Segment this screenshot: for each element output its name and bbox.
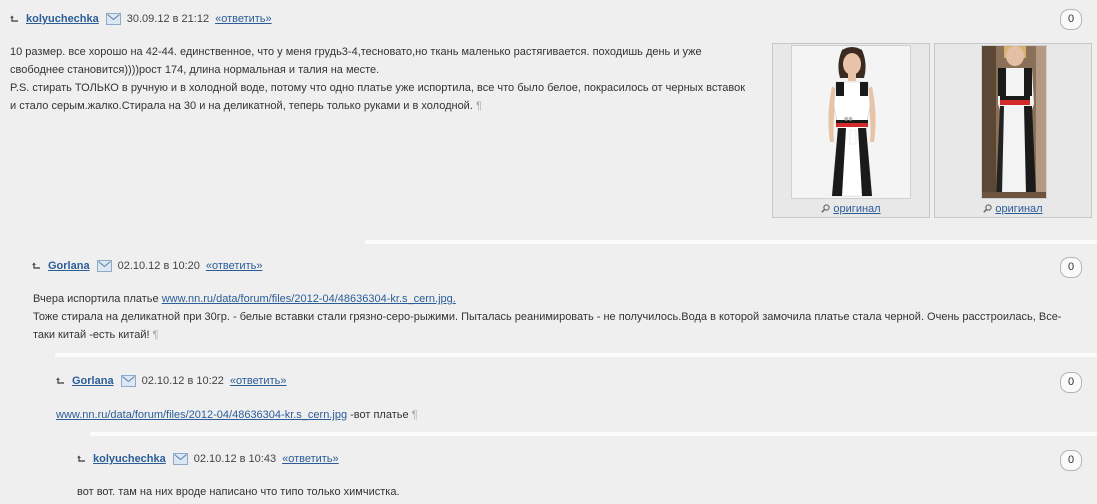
comment-header: kolyuchechka 30.09.12 в 21:12 «ответить» [10,11,272,27]
rating-counter[interactable]: 0 [1060,9,1082,30]
comment-line: www.nn.ru/data/forum/files/2012-04/48636… [56,409,418,421]
dress-photo[interactable] [981,45,1047,199]
image-attachment[interactable]: оригинал [934,43,1092,218]
pilcrow-icon: ¶ [411,409,418,421]
reply-arrow-icon [77,455,86,464]
comment-line: P.S. стирать ТОЛЬКО в ручную и в холодно… [10,82,746,94]
comment-line: свободнее становится))))рост 174, длина … [10,64,380,76]
svg-text:●●: ●● [844,116,853,122]
mail-icon[interactable] [96,260,112,272]
comment-date: 02.10.12 в 10:43 [193,453,277,465]
original-image-link[interactable]: оригинал [833,203,880,215]
rating-counter[interactable]: 0 [1060,450,1082,471]
comment-body: 10 размер. все хорошо на 42-44. единстве… [10,43,770,115]
comment-1: kolyuchechka 30.09.12 в 21:12 «ответить»… [0,0,1097,235]
image-url-link[interactable]: www.nn.ru/data/forum/files/2012-04/48636… [56,409,347,421]
comment-header: Gorlana 02.10.12 в 10:22 «ответить» [56,373,286,389]
zoom-icon [983,204,993,213]
comment-line: Тоже стирала на деликатной при 30гр. - б… [33,311,1062,323]
reply-arrow-icon [56,377,65,386]
comment-line: Вчера испортила платье www.nn.ru/data/fo… [33,293,456,305]
mail-icon[interactable] [105,13,121,25]
comment-header: kolyuchechka 02.10.12 в 10:43 «ответить» [77,451,339,467]
image-caption: оригинал [935,201,1091,217]
reply-link[interactable]: «ответить» [206,260,263,272]
rating-counter[interactable]: 0 [1060,257,1082,278]
comment-2: Gorlana 02.10.12 в 10:20 «ответить» 0 Вч… [0,248,1097,348]
author-link[interactable]: Gorlana [48,260,90,272]
comment-line: 10 размер. все хорошо на 42-44. единстве… [10,46,702,58]
comment-3: Gorlana 02.10.12 в 10:22 «ответить» 0 ww… [0,363,1097,433]
comment-body: Вчера испортила платье www.nn.ru/data/fo… [33,290,1083,344]
comment-date: 02.10.12 в 10:20 [117,260,200,272]
thread-divider [365,240,1097,244]
comment-date: 30.09.12 в 21:12 [126,13,210,25]
comment-line: таки китай -есть китай! ¶ [33,329,159,341]
author-link[interactable]: kolyuchechka [26,13,99,25]
author-link[interactable]: kolyuchechka [93,453,166,465]
dress-photo[interactable]: ●● [791,45,911,199]
comment-header: Gorlana 02.10.12 в 10:20 «ответить» [32,258,262,274]
reply-arrow-icon [32,262,41,271]
author-link[interactable]: Gorlana [72,375,114,387]
image-attachment[interactable]: ●● оригинал [772,43,930,218]
image-url-link[interactable]: www.nn.ru/data/forum/files/2012-04/48636… [162,293,456,305]
mail-icon[interactable] [120,375,136,387]
thread-divider [55,353,1097,357]
comment-line: вот вот. там на них вроде написано что т… [77,486,400,498]
reply-link[interactable]: «ответить» [282,453,339,465]
image-caption: оригинал [773,201,929,217]
pilcrow-icon: ¶ [152,329,159,341]
mail-icon[interactable] [172,453,188,465]
comment-line: и стало серым.жалко.Стирала на 30 и на д… [10,100,482,112]
original-image-link[interactable]: оригинал [995,203,1042,215]
comment-4: kolyuchechka 02.10.12 в 10:43 «ответить»… [0,441,1097,504]
rating-counter[interactable]: 0 [1060,372,1082,393]
comment-date: 02.10.12 в 10:22 [141,375,224,387]
reply-arrow-icon [10,15,19,24]
comment-body: вот вот. там на них вроде написано что т… [77,483,1077,501]
reply-link[interactable]: «ответить» [230,375,287,387]
thread-divider [90,432,1097,436]
zoom-icon [821,204,831,213]
comment-body: www.nn.ru/data/forum/files/2012-04/48636… [56,406,1086,424]
pilcrow-icon: ¶ [475,100,482,112]
reply-link[interactable]: «ответить» [215,13,272,25]
